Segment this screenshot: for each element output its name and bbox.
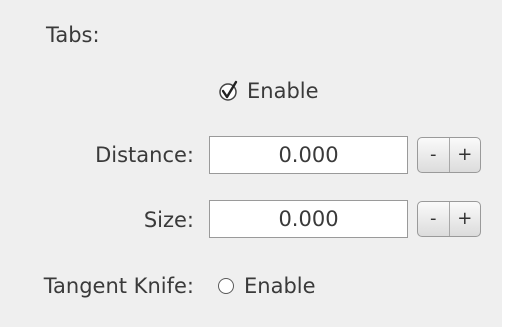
distance-stepper: - + xyxy=(417,137,481,173)
tangent-knife-radio[interactable]: Enable xyxy=(218,273,316,299)
size-label: Size: xyxy=(143,208,194,232)
tangent-knife-option-label: Enable xyxy=(244,274,316,298)
distance-decrement-button[interactable]: - xyxy=(418,138,449,172)
distance-label: Distance: xyxy=(95,143,194,167)
tabs-settings-panel: Tabs: Enable Distance: 0.000 - + Size: 0… xyxy=(0,0,502,327)
checkmark-icon xyxy=(217,80,239,102)
radio-icon xyxy=(218,278,234,294)
enable-tabs-label: Enable xyxy=(247,79,319,103)
size-stepper: - + xyxy=(417,201,481,237)
enable-tabs-checkbox[interactable]: Enable xyxy=(217,78,319,104)
size-decrement-button[interactable]: - xyxy=(418,202,449,236)
section-title: Tabs: xyxy=(46,23,100,47)
distance-increment-button[interactable]: + xyxy=(448,138,481,172)
tangent-knife-label: Tangent Knife: xyxy=(43,274,194,298)
size-input[interactable]: 0.000 xyxy=(209,200,408,238)
distance-input[interactable]: 0.000 xyxy=(209,136,408,174)
size-increment-button[interactable]: + xyxy=(448,202,481,236)
